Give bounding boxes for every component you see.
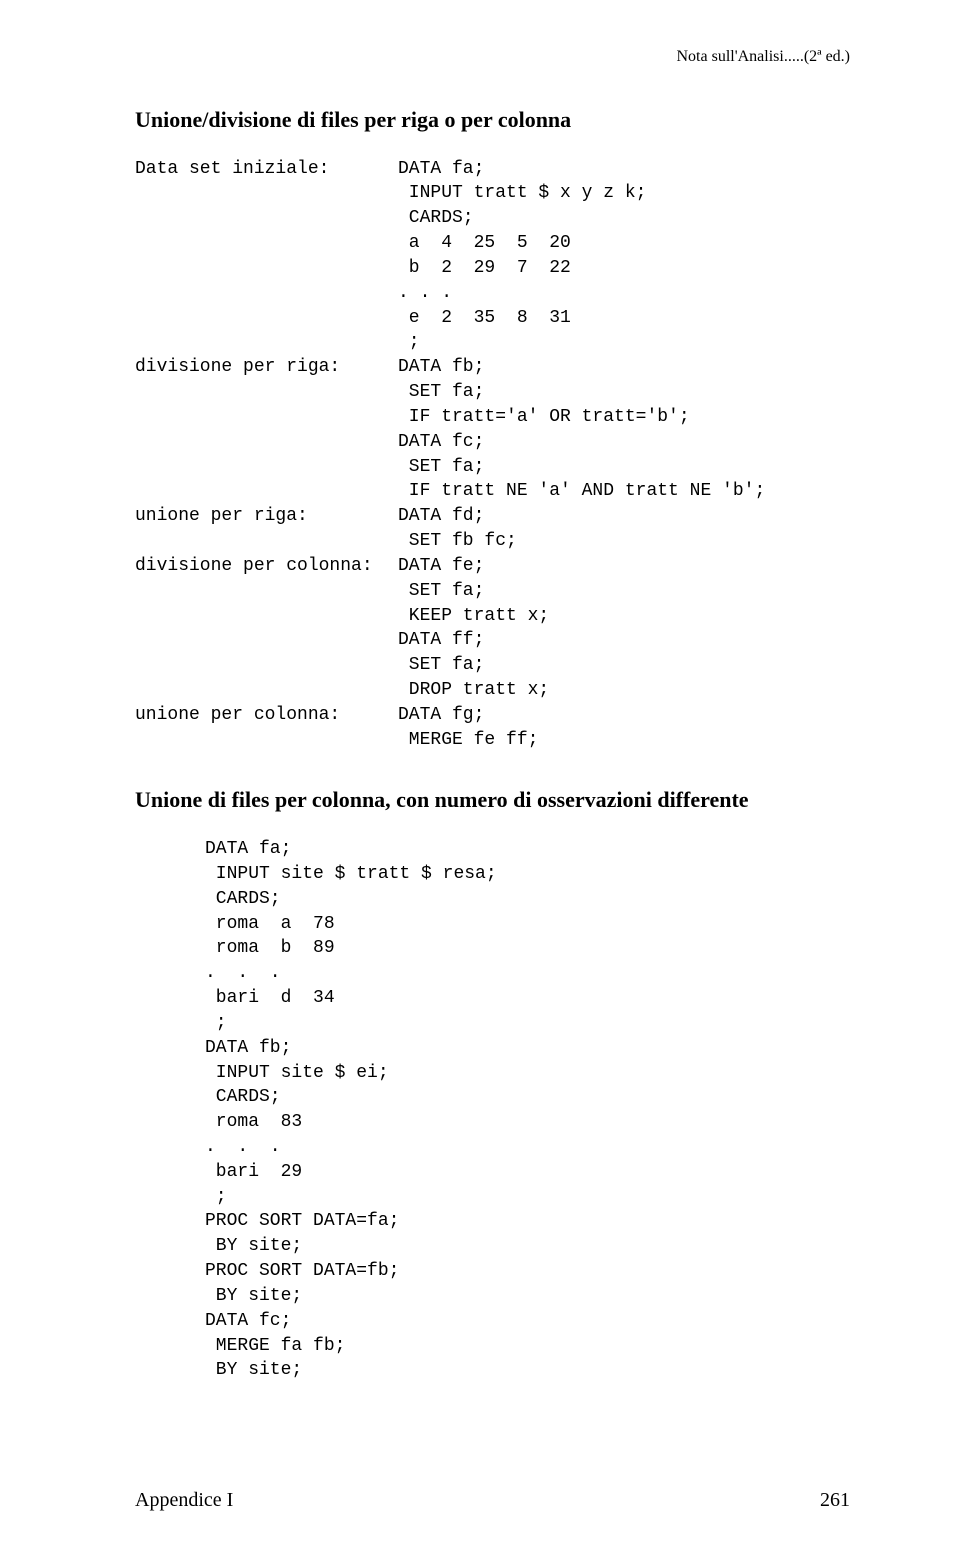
code-row-code: DATA fd; — [398, 504, 850, 529]
code-row-label — [135, 529, 390, 554]
code-row-code: e 2 35 8 31 — [398, 306, 850, 331]
code-row-code: IF tratt='a' OR tratt='b'; — [398, 405, 850, 430]
footer-page-number: 261 — [820, 1489, 850, 1512]
code-row-label — [135, 455, 390, 480]
code-row-code: SET fb fc; — [398, 529, 850, 554]
code-row-code: DATA ff; — [398, 628, 850, 653]
code-row-code: SET fa; — [398, 380, 850, 405]
code-row-label — [135, 728, 390, 753]
section1-code-block: Data set iniziale: DATA fa; INPUT tratt $… — [135, 157, 850, 753]
code-row-code: DATA fe; — [398, 554, 850, 579]
code-row-code: MERGE fe ff; — [398, 728, 850, 753]
code-row-label — [135, 628, 390, 653]
code-row-code: a 4 25 5 20 — [398, 231, 850, 256]
code-row-label — [135, 405, 390, 430]
code-row-code: IF tratt NE 'a' AND tratt NE 'b'; — [398, 479, 850, 504]
code-row-label — [135, 206, 390, 231]
code-row-code: SET fa; — [398, 653, 850, 678]
code-row-code: . . . — [398, 281, 850, 306]
code-row-code: DROP tratt x; — [398, 678, 850, 703]
code-row-label — [135, 281, 390, 306]
code-row-label — [135, 678, 390, 703]
page-footer: Appendice I 261 — [135, 1489, 850, 1512]
code-row-code: SET fa; — [398, 579, 850, 604]
section2-heading: Unione di files per colonna, con numero … — [135, 786, 850, 815]
code-row-label — [135, 181, 390, 206]
code-row-code: ; — [398, 330, 850, 355]
code-row-label — [135, 579, 390, 604]
code-row-code: SET fa; — [398, 455, 850, 480]
code-row-code: DATA fa; — [398, 157, 850, 182]
code-row-code: INPUT tratt $ x y z k; — [398, 181, 850, 206]
code-row-label — [135, 479, 390, 504]
section2-code-block: DATA fa; INPUT site $ tratt $ resa; CARD… — [205, 837, 850, 1383]
code-row-label — [135, 380, 390, 405]
footer-left: Appendice I — [135, 1489, 233, 1512]
code-row-code: DATA fc; — [398, 430, 850, 455]
code-row-label — [135, 231, 390, 256]
running-header: Nota sull'Analisi.....(2ª ed.) — [135, 48, 850, 66]
code-row-label: unione per riga: — [135, 504, 390, 529]
code-row-code: b 2 29 7 22 — [398, 256, 850, 281]
code-row-code: KEEP tratt x; — [398, 604, 850, 629]
code-row-label: divisione per colonna: — [135, 554, 390, 579]
code-row-label — [135, 653, 390, 678]
code-row-code: DATA fb; — [398, 355, 850, 380]
code-row-label — [135, 430, 390, 455]
code-row-label — [135, 306, 390, 331]
code-row-label — [135, 256, 390, 281]
code-row-label: divisione per riga: — [135, 355, 390, 380]
code-row-label — [135, 330, 390, 355]
code-row-code: CARDS; — [398, 206, 850, 231]
code-row-label: unione per colonna: — [135, 703, 390, 728]
code-row-code: DATA fg; — [398, 703, 850, 728]
section1-heading: Unione/divisione di files per riga o per… — [135, 106, 850, 135]
code-row-label — [135, 604, 390, 629]
code-row-label: Data set iniziale: — [135, 157, 390, 182]
